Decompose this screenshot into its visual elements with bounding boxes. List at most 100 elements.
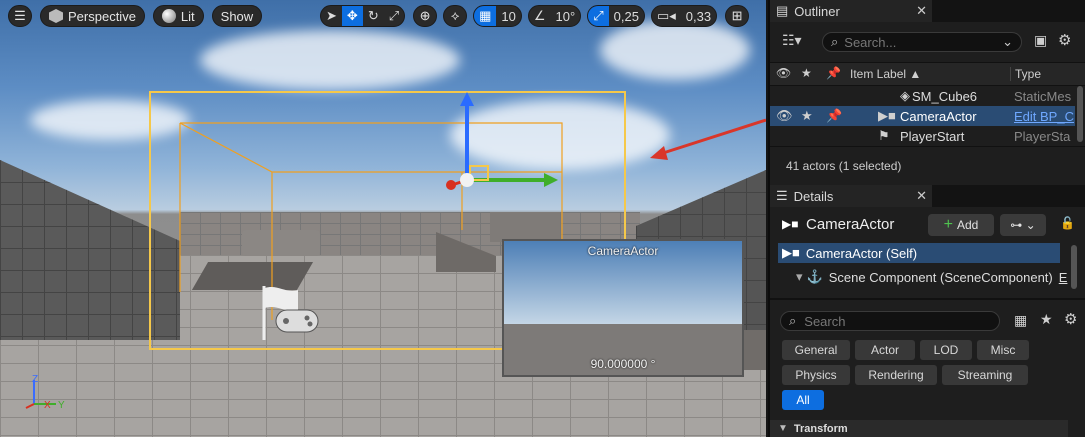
row-label: PlayerStart — [900, 128, 965, 144]
translate-gizmo[interactable] — [440, 88, 570, 218]
favorite-star-icon[interactable]: ★ — [801, 108, 813, 124]
angle-snap-toggle[interactable]: ∠ — [529, 6, 551, 26]
tab-strip-empty — [932, 0, 1085, 22]
scale-mode-button[interactable]: ⤢ — [384, 6, 404, 26]
details-icon: ☰ — [776, 188, 788, 203]
component-edit-link[interactable]: E — [1059, 270, 1068, 285]
table-row[interactable]: ◈ SM_Cube6 StaticMes — [770, 86, 1075, 106]
category-misc[interactable]: Misc — [977, 340, 1029, 360]
details-title: Details — [793, 188, 834, 204]
translate-mode-button[interactable]: ✥ — [341, 6, 363, 26]
outliner-scrollbar[interactable] — [1077, 86, 1083, 142]
search-icon: ⌕ — [831, 34, 839, 49]
right-panel: ▤ Outliner ✕ ☷▾ ⌕ Search... ⌄ ▣ ⚙ 👁 ★ 📌 … — [768, 0, 1085, 437]
details-search-input[interactable]: ⌕ Search — [780, 311, 1000, 331]
favorite-star-icon[interactable]: ★ — [1040, 311, 1053, 328]
table-row-selected[interactable]: 👁 ★ 📌 ▶■ CameraActor Edit BP_C — [770, 106, 1075, 126]
favorite-column-icon[interactable]: ★ — [801, 66, 812, 80]
category-all[interactable]: All — [782, 390, 824, 410]
category-rendering[interactable]: Rendering — [855, 365, 937, 385]
filter-icon[interactable]: ☷▾ — [782, 32, 802, 49]
actor-name: CameraActor — [806, 216, 895, 233]
edit-blueprint-link[interactable]: Edit BP_C — [1014, 109, 1074, 124]
settings-gear-icon[interactable]: ⚙ — [1058, 31, 1071, 49]
camera-icon: ▶■ — [782, 245, 800, 260]
lit-label: Lit — [180, 8, 195, 24]
surface-snap-icon: ⟡ — [450, 8, 460, 23]
blueprint-options-button[interactable]: ⊶ ⌄ — [1000, 214, 1046, 236]
camera-preview: CameraActor 90.000000 ° — [502, 239, 744, 377]
outliner-tab[interactable]: ▤ Outliner ✕ — [770, 0, 1085, 22]
visibility-eye-icon[interactable]: 👁 — [776, 108, 793, 124]
coordinate-space-button[interactable]: ⊕ — [413, 5, 438, 27]
outliner-status-bar: 41 actors (1 selected) — [770, 146, 1085, 185]
axis-y-label: Y — [58, 400, 65, 411]
add-component-button[interactable]: + Add — [928, 214, 994, 236]
angle-snap-group: ∠ 10° — [527, 5, 582, 27]
category-general[interactable]: General — [782, 340, 850, 360]
grid-snap-value[interactable]: 10 — [496, 6, 520, 26]
category-streaming[interactable]: Streaming — [942, 365, 1028, 385]
pin-icon[interactable]: 📌 — [826, 108, 842, 124]
rotate-mode-button[interactable]: ↻ — [363, 6, 384, 26]
perspective-label: Perspective — [68, 8, 136, 24]
angle-snap-value[interactable]: 10° — [551, 6, 581, 26]
settings-gear-icon[interactable]: ⚙ — [1064, 310, 1077, 328]
outliner-title: Outliner — [794, 3, 840, 19]
outliner-close-icon[interactable]: ✕ — [916, 3, 927, 19]
component-row[interactable]: ▾ ⚓ Scene Component (SceneComponent) E — [778, 267, 1067, 287]
surface-snap-button[interactable]: ⟡ — [443, 5, 468, 27]
row-label: SM_Cube6 — [912, 88, 978, 104]
category-physics[interactable]: Physics — [782, 365, 850, 385]
viewport-toolbar-left: ☰ Perspective Lit Show — [8, 4, 263, 28]
tab-strip-empty — [932, 185, 1085, 207]
item-label-column-header[interactable]: Item Label ▲ — [850, 67, 921, 81]
grid-snap-toggle[interactable]: ▦ — [474, 6, 497, 26]
select-mode-button[interactable]: ➤ — [321, 6, 342, 26]
outliner-search-input[interactable]: ⌕ Search... ⌄ — [822, 32, 1022, 52]
camera-speed-icon[interactable]: ▭◂ — [652, 6, 681, 26]
viewport-layout-button[interactable]: ⊞ — [725, 5, 750, 27]
chevron-down-icon: ⌄ — [1002, 34, 1013, 49]
transform-mode-group: ➤ ✥ ↻ ⤢ — [320, 5, 406, 27]
row-type: StaticMes — [1014, 88, 1072, 104]
add-label: Add — [956, 218, 979, 232]
static-mesh-icon: ◈ — [900, 88, 910, 103]
components-tree: ▶■ CameraActor (Self) ▾ ⚓ Scene Componen… — [770, 243, 1085, 293]
table-view-icon[interactable]: ▦ — [1014, 312, 1027, 329]
show-button[interactable]: Show — [211, 5, 263, 27]
details-close-icon[interactable]: ✕ — [916, 188, 927, 204]
player-start-icon[interactable] — [258, 284, 322, 342]
table-row[interactable]: ⚑ PlayerStart PlayerSta — [770, 126, 1075, 146]
actor-count: 41 actors (1 selected) — [786, 159, 902, 173]
details-search-placeholder: Search — [804, 313, 846, 329]
grid-snap-group: ▦ 10 — [473, 5, 522, 27]
scale-snap-value[interactable]: 0,25 — [609, 6, 644, 26]
viewport-menu-button[interactable]: ☰ — [8, 5, 32, 27]
lock-icon[interactable]: 🔓 — [1060, 216, 1075, 230]
components-scrollbar[interactable] — [1071, 245, 1077, 289]
transform-section-header[interactable]: ▼ Transform — [770, 420, 1068, 437]
category-actor[interactable]: Actor — [855, 340, 915, 360]
globe-icon: ⊕ — [419, 8, 431, 23]
scale-snap-toggle[interactable]: ⤢ — [588, 6, 609, 26]
preview-title: CameraActor — [587, 244, 659, 258]
details-tab[interactable]: ☰ Details ✕ — [770, 185, 1085, 207]
perspective-button[interactable]: Perspective — [40, 5, 145, 27]
axis-z-label: Z — [32, 374, 39, 385]
outliner-header: 👁 ★ 📌 Item Label ▲ Type — [770, 62, 1085, 86]
visibility-column-icon[interactable]: 👁 — [776, 66, 791, 80]
type-column-header[interactable]: Type — [1010, 67, 1041, 81]
pin-column-icon[interactable]: 📌 — [826, 66, 841, 80]
view-mode-button[interactable]: Lit — [152, 5, 204, 27]
level-viewport[interactable]: ☰ Perspective Lit Show ➤ ✥ ↻ ⤢ ⊕ ⟡ ▦ 10 — [0, 0, 766, 437]
add-folder-icon[interactable]: ▣ — [1034, 32, 1047, 49]
divider — [770, 298, 1085, 300]
component-row-self[interactable]: ▶■ CameraActor (Self) — [778, 243, 1060, 263]
details-header: ▶■ CameraActor + Add ⊶ ⌄ 🔓 — [770, 207, 1085, 243]
axis-x-label: X — [44, 400, 51, 411]
camera-actor-icon: ▶■ — [782, 217, 799, 231]
plus-icon: + — [943, 216, 953, 233]
category-lod[interactable]: LOD — [920, 340, 972, 360]
camera-speed-value[interactable]: 0,33 — [681, 6, 716, 26]
